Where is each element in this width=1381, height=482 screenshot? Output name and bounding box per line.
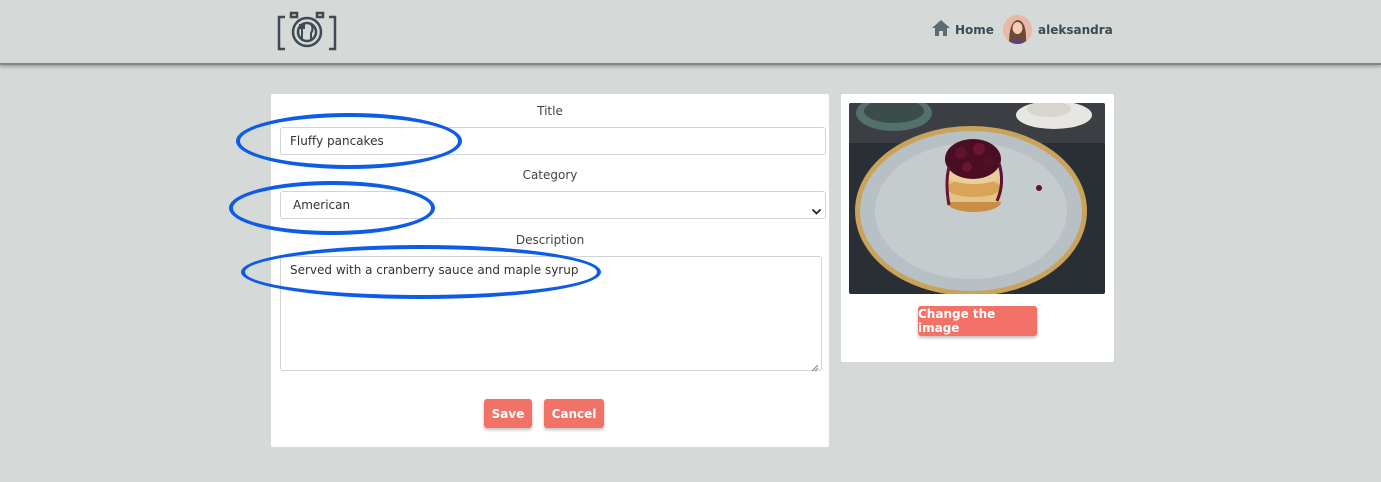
avatar[interactable] [1003,15,1032,44]
recipe-photo [849,103,1105,294]
home-icon [931,19,951,40]
title-input[interactable]: Fluffy pancakes [280,127,826,155]
navbar: Home aleksandra [0,0,1381,65]
image-panel: Change the image [841,94,1114,362]
recipe-form: Title Fluffy pancakes Category American … [271,94,829,447]
description-label: Description [515,233,585,247]
resize-grip-icon[interactable] [811,360,819,372]
home-link[interactable]: Home [931,19,994,40]
description-text: Served with a cranberry sauce and maple … [290,263,579,277]
title-label: Title [537,104,563,118]
username-label: aleksandra [1038,22,1113,37]
description-textarea[interactable]: Served with a cranberry sauce and maple … [280,256,822,372]
category-value: American [293,198,351,212]
category-select[interactable]: American [280,191,826,219]
change-image-button[interactable]: Change the image [918,306,1037,336]
user-menu[interactable]: aleksandra [1003,15,1113,44]
logo-icon[interactable] [277,11,337,51]
home-label: Home [955,22,994,37]
cancel-button[interactable]: Cancel [544,399,604,428]
category-label: Category [522,168,578,182]
chevron-down-icon [811,200,822,215]
save-button[interactable]: Save [484,399,532,428]
